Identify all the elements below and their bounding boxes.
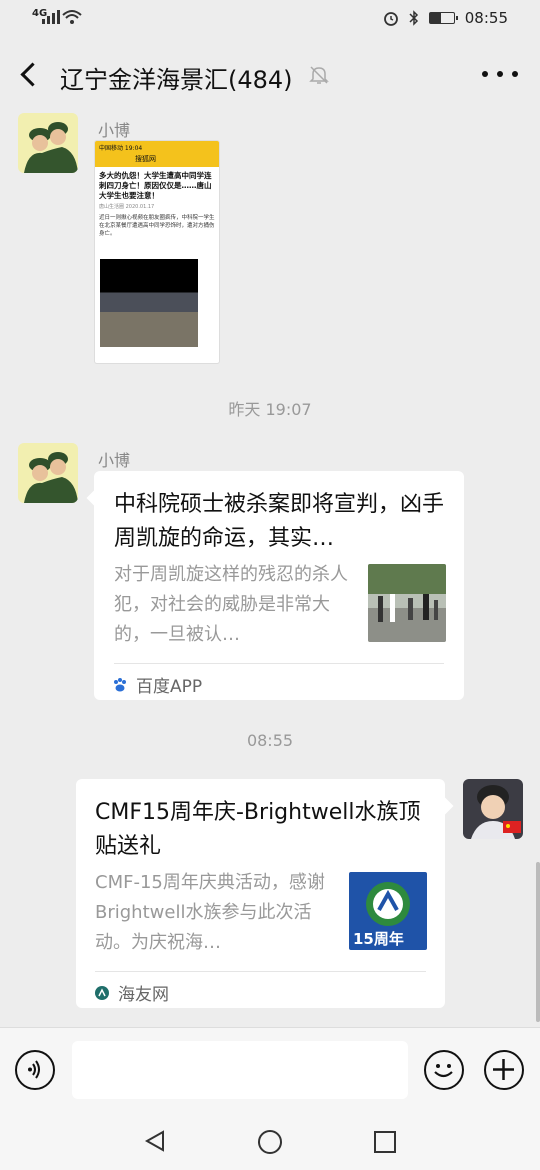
chat-title: 辽宁金洋海景汇(484) xyxy=(60,66,293,94)
card-divider xyxy=(95,971,426,972)
bluetooth-icon xyxy=(409,10,418,26)
link-card-title: CMF15周年庆-Brightwell水族顶贴送礼 xyxy=(95,800,421,859)
more-options-button[interactable] xyxy=(482,60,518,88)
smiley-icon xyxy=(434,1064,453,1078)
battery-icon xyxy=(428,12,458,24)
screenshot-source: 唐山生活圈 2020.01.17 xyxy=(99,204,155,210)
sender-name: 小博 xyxy=(98,451,131,470)
shared-image[interactable]: 中国移动 19:04 搜狐网 多大的仇怨！大学生遭高中同学连刺四刀身亡！原因仅仅… xyxy=(94,140,220,364)
haiyou-logo-icon xyxy=(95,985,109,1000)
alarm-icon xyxy=(383,12,398,26)
link-card-description: 对于周凯旋这样的残忍的杀人犯，对社会的威胁是非常大的，一旦被认… xyxy=(114,564,348,645)
thumbnail-anniversary-text: 15周年 xyxy=(353,930,404,948)
baidu-paw-icon xyxy=(114,677,126,691)
plus-icon xyxy=(493,1059,514,1080)
screenshot-topbar: 中国移动 19:04 搜狐网 xyxy=(95,141,219,167)
screenshot-app-title: 搜狐网 xyxy=(135,155,156,163)
link-card[interactable]: CMF15周年庆-Brightwell水族顶贴送礼 CMF-15周年庆典活动，感… xyxy=(76,779,445,1008)
voice-button[interactable] xyxy=(15,1050,55,1090)
wifi-icon xyxy=(62,10,82,24)
avatar-image-icon xyxy=(18,113,78,173)
timestamp: 08:55 xyxy=(246,731,294,750)
screenshot-photo xyxy=(100,259,198,347)
chat-header: 辽宁金洋海景汇(484) xyxy=(0,38,540,108)
emoji-button[interactable] xyxy=(424,1050,464,1090)
screenshot-body: 近日一则揪心视频在朋友圈疯传，中科院一学生在北京某餐厅遭遇高中同学恐饰时，遭对方… xyxy=(99,215,215,237)
sender-name: 小博 xyxy=(98,121,131,140)
link-card-title: 中科院硕士被杀案即将宣判，凶手周凯旋的命运，其实… xyxy=(114,492,445,551)
timestamp: 昨天 19:07 xyxy=(228,400,312,419)
screenshot-headline: 多大的仇怨！大学生遭高中同学连刺四刀身亡！原因仅仅是……唐山大学生也要注意！ xyxy=(99,171,212,200)
link-card-description: CMF-15周年庆典活动，感谢Brightwell水族参与此次活动。为庆祝海… xyxy=(95,872,325,953)
scrollbar[interactable] xyxy=(536,862,540,1022)
sender-avatar[interactable] xyxy=(18,113,78,173)
system-nav-bar xyxy=(0,1112,540,1170)
mute-bell-icon xyxy=(309,66,329,84)
nav-back-icon[interactable] xyxy=(143,1129,167,1153)
message-input[interactable] xyxy=(72,1041,408,1099)
link-card-source: 海友网 xyxy=(94,980,169,1005)
status-bar: 4G 08:55 xyxy=(0,0,540,38)
voice-icon xyxy=(28,1060,40,1079)
screenshot-footer xyxy=(99,351,215,361)
signal-icon xyxy=(42,10,60,24)
sender-avatar[interactable] xyxy=(18,443,78,503)
avatar-image-icon xyxy=(18,443,78,503)
link-card-thumbnail: 15周年 xyxy=(349,872,427,950)
clock: 08:55 xyxy=(464,9,508,27)
add-more-button[interactable] xyxy=(484,1050,524,1090)
link-card[interactable]: 中科院硕士被杀案即将宣判，凶手周凯旋的命运，其实… 对于周凯旋这样的残忍的杀人犯… xyxy=(94,471,464,700)
input-bar xyxy=(0,1027,540,1112)
back-button[interactable] xyxy=(14,54,48,94)
own-avatar[interactable] xyxy=(463,779,523,839)
link-card-source: 百度APP xyxy=(112,672,202,697)
nav-recents-icon[interactable] xyxy=(373,1130,397,1154)
avatar-image-icon xyxy=(463,779,523,839)
nav-home-icon[interactable] xyxy=(257,1129,283,1155)
link-card-thumbnail xyxy=(368,564,446,642)
link-card-source-label: 百度APP xyxy=(136,677,203,697)
card-divider xyxy=(114,663,444,664)
link-card-source-label: 海友网 xyxy=(118,985,169,1005)
